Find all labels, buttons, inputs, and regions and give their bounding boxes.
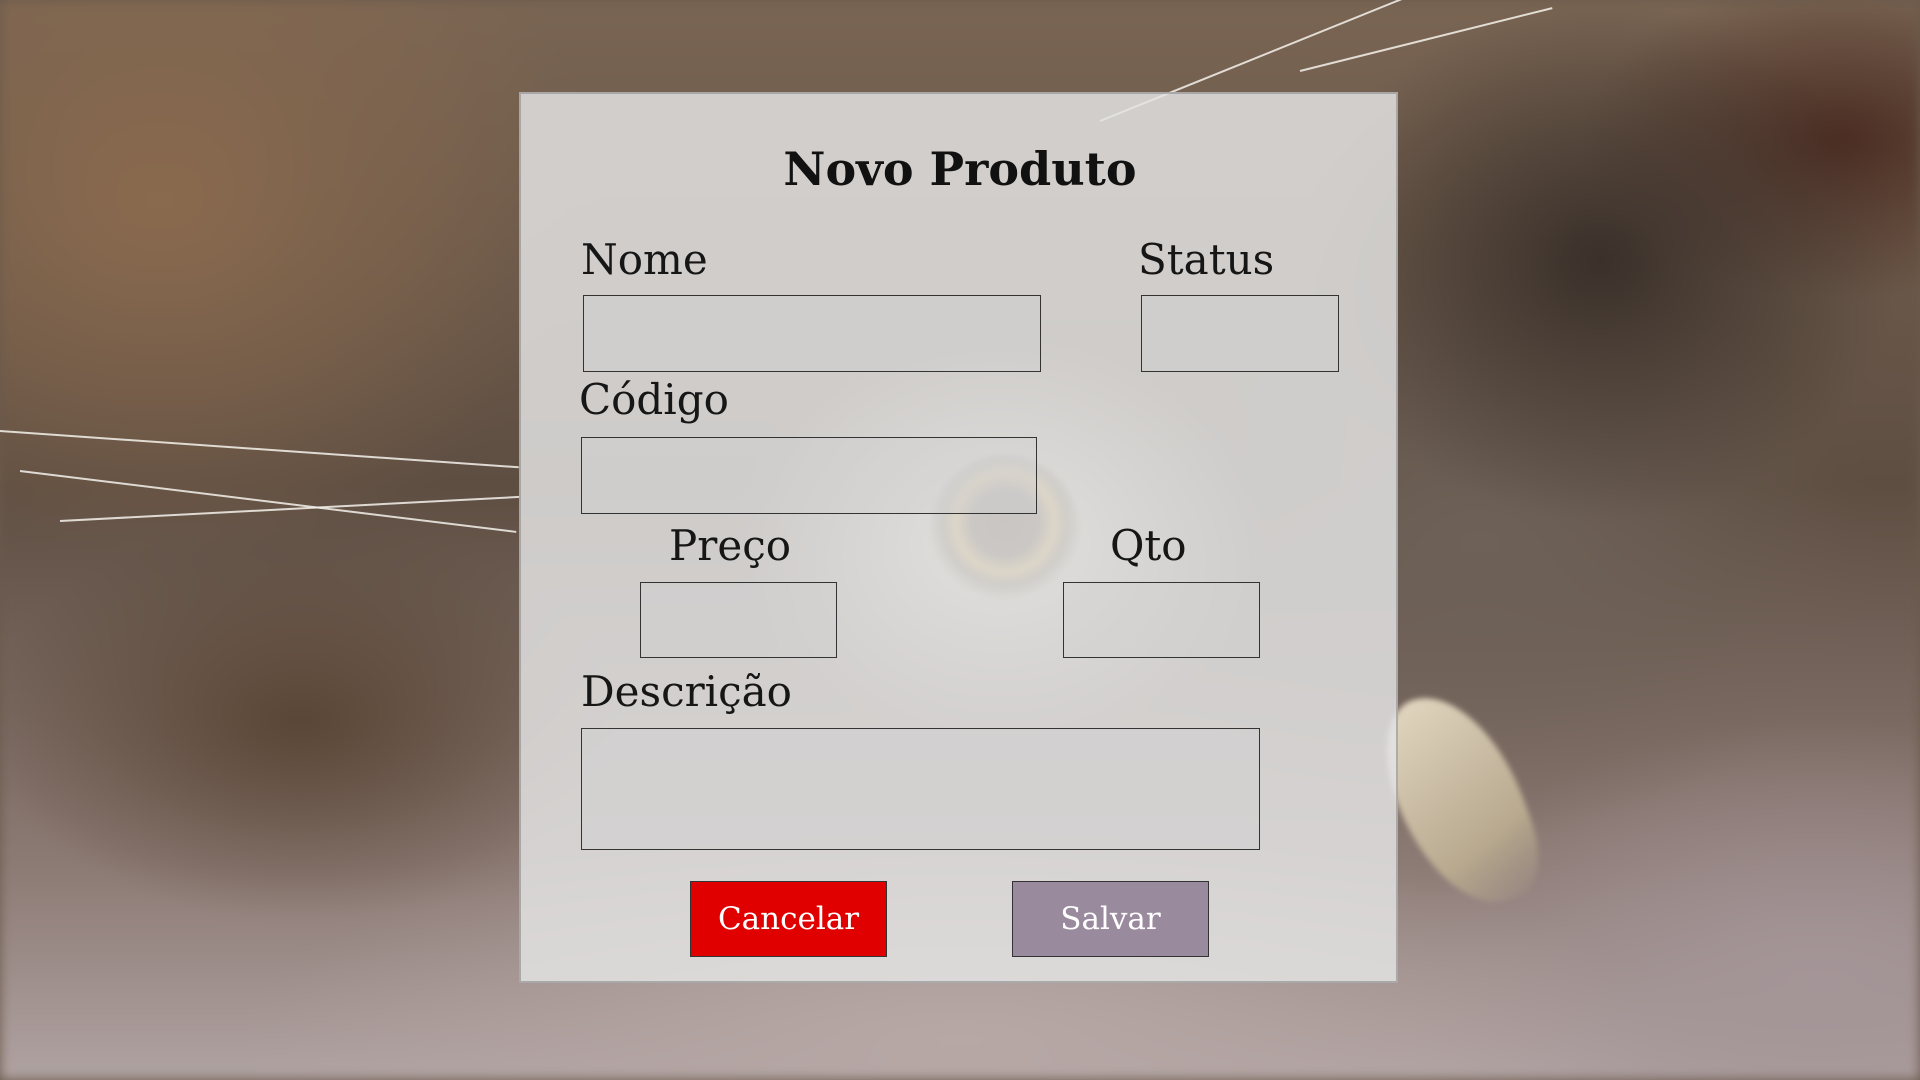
codigo-label: Código bbox=[579, 375, 729, 424]
status-label: Status bbox=[1138, 235, 1275, 284]
descricao-label: Descrição bbox=[581, 667, 792, 716]
qto-label: Qto bbox=[1110, 521, 1187, 570]
dialog-title: Novo Produto bbox=[783, 142, 1137, 196]
preco-label: Preço bbox=[669, 521, 792, 570]
status-input[interactable] bbox=[1141, 295, 1339, 372]
preco-input[interactable] bbox=[640, 582, 837, 658]
save-button[interactable]: Salvar bbox=[1012, 881, 1209, 957]
nome-label: Nome bbox=[581, 235, 708, 284]
descricao-textarea[interactable] bbox=[581, 728, 1260, 850]
nome-input[interactable] bbox=[583, 295, 1041, 372]
qto-input[interactable] bbox=[1063, 582, 1260, 658]
codigo-input[interactable] bbox=[581, 437, 1037, 514]
cancel-button[interactable]: Cancelar bbox=[690, 881, 887, 957]
app-screen: Novo Produto Nome Status Código Preço Qt… bbox=[0, 0, 1920, 1080]
